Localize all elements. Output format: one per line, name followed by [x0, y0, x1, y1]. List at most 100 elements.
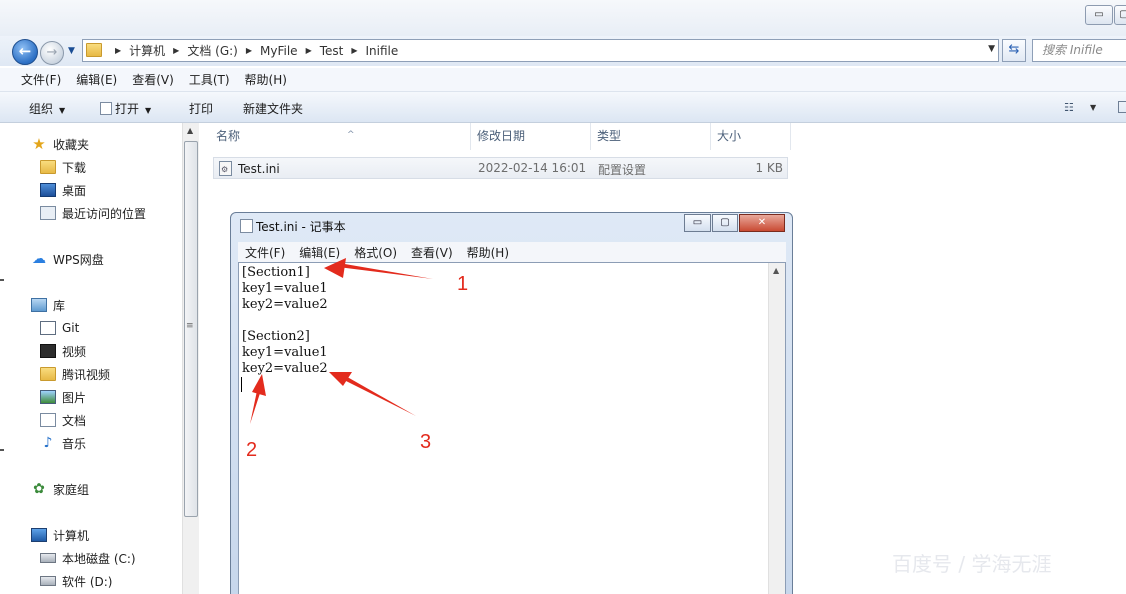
open-label: 打开 [115, 102, 140, 116]
nav-computer[interactable]: 计算机 [31, 526, 89, 544]
nav-video[interactable]: 视频 [40, 342, 86, 360]
text-line: key1=value1 [242, 281, 328, 296]
chevron-right-icon[interactable]: ▶ [173, 46, 179, 55]
print-button[interactable]: 打印 [189, 100, 213, 117]
minimize-button[interactable]: ▭ [1085, 5, 1113, 25]
recent-places-icon [40, 206, 56, 220]
grip-icon: ≡ [186, 321, 194, 331]
navigation-scrollbar[interactable]: ▲ ≡ [182, 123, 199, 594]
nav-libraries[interactable]: 库 [31, 296, 65, 314]
edge-marker [0, 449, 4, 451]
notepad-menu-file[interactable]: 文件(F) [245, 244, 285, 261]
back-button[interactable]: ← [12, 39, 38, 65]
text-line: key2=value2 [242, 361, 328, 376]
column-header-modified[interactable]: 修改日期 [471, 123, 591, 150]
file-modified: 2022-02-14 16:01 [478, 161, 587, 175]
breadcrumb-item-inifile[interactable]: Inifile [366, 44, 399, 58]
file-name: Test.ini [238, 162, 280, 176]
notepad-maximize-button[interactable]: ▢ [712, 214, 738, 232]
notepad-close-button[interactable]: ✕ [739, 214, 785, 232]
search-input[interactable]: 搜索 Inifile [1032, 39, 1126, 62]
address-bar[interactable]: ▶ 计算机 ▶ 文档 (G:) ▶ MyFile ▶ Test ▶ Inifil… [82, 39, 999, 62]
notepad-menu-help[interactable]: 帮助(H) [467, 244, 509, 261]
document-icon [40, 413, 56, 427]
nav-music[interactable]: ♪ 音乐 [40, 434, 86, 452]
nav-homegroup[interactable]: ✿ 家庭组 [31, 480, 89, 498]
scroll-up-icon[interactable]: ▲ [773, 266, 779, 275]
nav-label: 本地磁盘 (C:) [62, 551, 136, 566]
nav-label: 桌面 [62, 183, 87, 198]
chevron-right-icon[interactable]: ▶ [306, 46, 312, 55]
recent-pages-dropdown[interactable]: ▼ [68, 46, 75, 56]
navigation-pane: ★ 收藏夹 下载 桌面 最近访问的位置 ☁ WPS网盘 库 Git 视频 腾讯视频 … [0, 123, 182, 594]
cloud-icon: ☁ [32, 251, 46, 267]
breadcrumb-item-myfile[interactable]: MyFile [260, 44, 298, 58]
breadcrumb-item-test[interactable]: Test [320, 44, 344, 58]
chevron-down-icon: ▼ [145, 106, 152, 115]
nav-pictures[interactable]: 图片 [40, 388, 86, 406]
watermark-text: 百度号 / 学海无涯 [892, 552, 1052, 576]
nav-software-d[interactable]: 软件 (D:) [40, 572, 112, 590]
notepad-menu-edit[interactable]: 编辑(E) [299, 244, 340, 261]
desktop-icon [40, 183, 56, 197]
notepad-window: Test.ini - 记事本 ▭ ▢ ✕ 文件(F) 编辑(E) 格式(O) 查… [230, 212, 793, 594]
nav-label: 音乐 [62, 436, 87, 451]
notepad-menu-view[interactable]: 查看(V) [411, 244, 453, 261]
column-header-size[interactable]: 大小 [711, 123, 791, 150]
nav-documents[interactable]: 文档 [40, 411, 86, 429]
new-folder-button[interactable]: 新建文件夹 [243, 100, 303, 117]
nav-label: 腾讯视频 [62, 367, 111, 382]
menu-view[interactable]: 查看(V) [132, 71, 174, 88]
nav-local-disk-c[interactable]: 本地磁盘 (C:) [40, 549, 136, 567]
folder-icon [40, 160, 56, 174]
chevron-down-icon[interactable]: ▼ [1090, 103, 1096, 112]
library-icon [31, 298, 47, 312]
menu-file[interactable]: 文件(F) [21, 71, 61, 88]
breadcrumb: ▶ 计算机 ▶ 文档 (G:) ▶ MyFile ▶ Test ▶ Inifil… [107, 40, 398, 61]
notepad-icon [240, 219, 253, 233]
breadcrumb-item-computer[interactable]: 计算机 [129, 42, 165, 59]
nav-label: 文档 [62, 413, 87, 428]
nav-desktop[interactable]: 桌面 [40, 181, 86, 199]
nav-git[interactable]: Git [40, 319, 79, 337]
menu-help[interactable]: 帮助(H) [245, 71, 287, 88]
open-button[interactable]: 打开 ▼ [100, 100, 151, 117]
nav-tencent-video[interactable]: 腾讯视频 [40, 365, 110, 383]
annotation-label-3: 3 [420, 431, 432, 453]
computer-icon [31, 528, 47, 542]
notepad-text-area[interactable]: [Section1] key1=value1 key2=value2 [Sect… [238, 262, 786, 594]
nav-label: 收藏夹 [53, 137, 90, 152]
breadcrumb-item-drive-g[interactable]: 文档 (G:) [187, 42, 238, 59]
text-caret [241, 377, 242, 392]
nav-label: 图片 [62, 390, 87, 405]
column-header-name[interactable]: 名称 ^ [210, 123, 471, 150]
notepad-menu-format[interactable]: 格式(O) [354, 244, 397, 261]
nav-recent-places[interactable]: 最近访问的位置 [40, 204, 146, 222]
view-options-icon[interactable]: ☷ [1064, 101, 1074, 114]
chevron-right-icon[interactable]: ▶ [115, 46, 121, 55]
preview-pane-icon[interactable] [1118, 101, 1126, 113]
nav-wps-cloud[interactable]: ☁ WPS网盘 [31, 250, 104, 268]
config-file-icon [219, 161, 232, 176]
file-type: 配置设置 [598, 163, 647, 177]
chevron-right-icon[interactable]: ▶ [246, 46, 252, 55]
menu-edit[interactable]: 编辑(E) [76, 71, 117, 88]
notepad-minimize-button[interactable]: ▭ [684, 214, 711, 232]
forward-button[interactable]: → [40, 41, 64, 65]
maximize-button[interactable]: ▢ [1114, 5, 1126, 25]
scroll-up-icon[interactable]: ▲ [187, 126, 193, 135]
notepad-content: [Section1] key1=value1 key2=value2 [Sect… [242, 265, 328, 377]
organize-button[interactable]: 组织 ▼ [29, 100, 65, 117]
nav-favorites[interactable]: ★ 收藏夹 [31, 135, 89, 153]
file-row[interactable]: Test.ini 2022-02-14 16:01 配置设置 1 KB [213, 157, 788, 179]
notepad-vertical-scrollbar[interactable]: ▲ [768, 263, 785, 594]
nav-downloads[interactable]: 下载 [40, 158, 86, 176]
refresh-button[interactable]: ⇆ [1002, 39, 1026, 62]
sort-ascending-icon: ^ [347, 130, 355, 140]
address-history-dropdown[interactable]: ▼ [988, 44, 995, 54]
chevron-right-icon[interactable]: ▶ [351, 46, 357, 55]
menu-tools[interactable]: 工具(T) [189, 71, 230, 88]
column-header-type[interactable]: 类型 [591, 123, 711, 150]
git-library-icon [40, 321, 56, 335]
chevron-down-icon: ▼ [59, 106, 66, 115]
